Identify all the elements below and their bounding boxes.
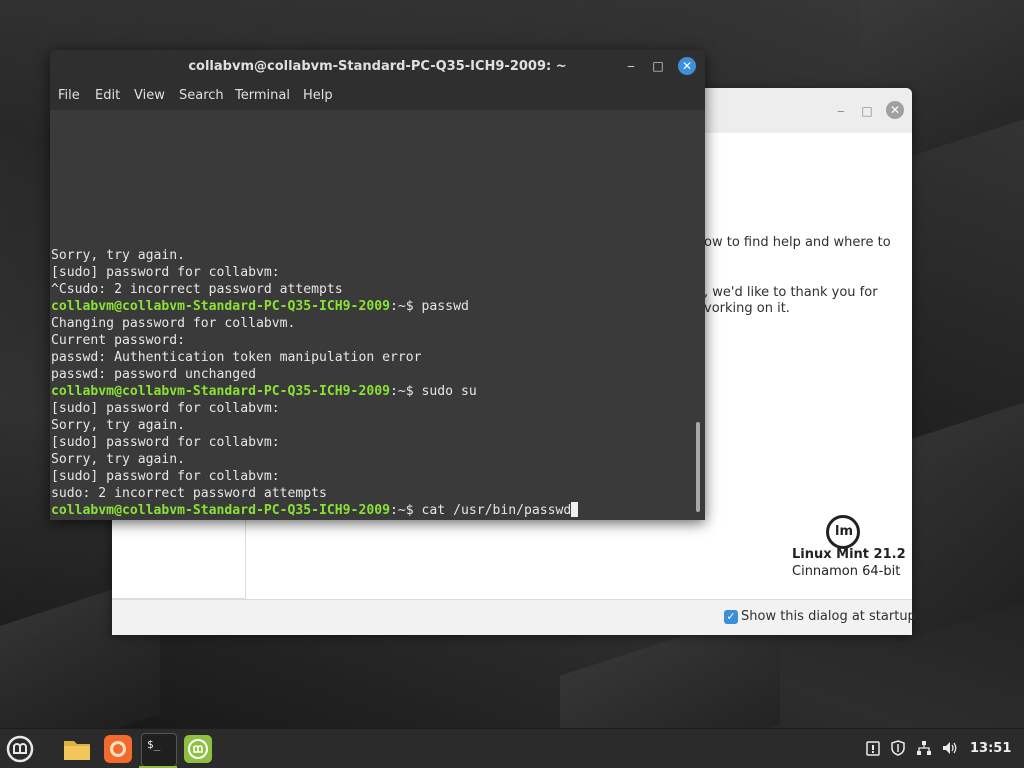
terminal-prompt-line: collabvm@collabvm-Standard-PC-Q35-ICH9-2… bbox=[51, 502, 579, 519]
shell-command: passwd bbox=[421, 299, 469, 314]
welcome-text: , we'd like to thank you for bbox=[704, 285, 878, 300]
terminal-output-line: ^Csudo: 2 incorrect password attempts bbox=[51, 282, 343, 297]
terminal-output-line: passwd: Authentication token manipulatio… bbox=[51, 350, 422, 365]
firefox-icon[interactable] bbox=[102, 733, 134, 765]
terminal-output[interactable]: Sorry, try again. [sudo] password for col… bbox=[50, 110, 693, 520]
minimize-icon[interactable]: ‒ bbox=[623, 58, 639, 74]
terminal-output-line: [sudo] password for collabvm: bbox=[51, 469, 280, 484]
welcome-text: ow to find help and where to bbox=[704, 235, 891, 250]
volume-icon[interactable] bbox=[941, 739, 959, 757]
shell-command: cat /usr/bin/passwd bbox=[421, 503, 572, 518]
terminal-output-line: [sudo] password for collabvm: bbox=[51, 265, 280, 280]
network-icon[interactable] bbox=[915, 739, 933, 757]
edition-label: Cinnamon 64-bit bbox=[792, 564, 901, 579]
welcome-text: vorking on it. bbox=[704, 301, 790, 316]
menu-file[interactable]: File bbox=[58, 88, 80, 103]
files-icon[interactable] bbox=[61, 733, 93, 765]
welcome-footer: ✓ Show this dialog at startup bbox=[112, 599, 916, 635]
linux-mint-logo-icon: lm bbox=[826, 515, 860, 549]
menu-bar: File Edit View Search Terminal Help bbox=[50, 82, 705, 110]
terminal-output-line: Sorry, try again. bbox=[51, 452, 186, 467]
terminal-output-line: Changing password for collabvm. bbox=[51, 316, 296, 331]
show-at-startup-checkbox[interactable]: ✓ bbox=[724, 610, 738, 624]
terminal-output-line: [sudo] password for collabvm: bbox=[51, 401, 280, 416]
close-icon[interactable]: ✕ bbox=[886, 101, 904, 119]
terminal-glyph: $_ bbox=[147, 738, 161, 751]
menu-help[interactable]: Help bbox=[303, 88, 333, 103]
mint-menu-icon[interactable] bbox=[4, 733, 36, 765]
menu-edit[interactable]: Edit bbox=[95, 88, 120, 103]
maximize-icon[interactable]: □ bbox=[650, 58, 666, 74]
menu-terminal[interactable]: Terminal bbox=[235, 88, 290, 103]
terminal-output-line: Sorry, try again. bbox=[51, 248, 186, 263]
terminal-icon[interactable]: $_ bbox=[141, 733, 177, 767]
prompt-suffix: :~$ bbox=[389, 503, 422, 518]
background-tile bbox=[900, 397, 1024, 643]
shell-prompt: collabvm@collabvm-Standard-PC-Q35-ICH9-2… bbox=[51, 384, 390, 399]
text-cursor bbox=[571, 502, 579, 517]
terminal-prompt-line: collabvm@collabvm-Standard-PC-Q35-ICH9-2… bbox=[51, 383, 477, 400]
terminal-output-line: passwd: password unchanged bbox=[51, 367, 256, 382]
shield-icon[interactable] bbox=[889, 739, 907, 757]
terminal-prompt-line: collabvm@collabvm-Standard-PC-Q35-ICH9-2… bbox=[51, 298, 469, 315]
taskbar: $_ 13:51 bbox=[0, 728, 1024, 768]
prompt-suffix: :~$ bbox=[389, 384, 422, 399]
close-icon[interactable]: ✕ bbox=[678, 57, 696, 75]
shell-prompt: collabvm@collabvm-Standard-PC-Q35-ICH9-2… bbox=[51, 503, 390, 518]
show-at-startup-label[interactable]: Show this dialog at startup bbox=[741, 609, 916, 624]
shell-prompt: collabvm@collabvm-Standard-PC-Q35-ICH9-2… bbox=[51, 299, 390, 314]
terminal-output-line: Sorry, try again. bbox=[51, 418, 186, 433]
terminal-output-line: Current password: bbox=[51, 333, 186, 348]
mint-welcome-icon[interactable] bbox=[182, 733, 214, 765]
window-title: collabvm@collabvm-Standard-PC-Q35-ICH9-2… bbox=[188, 59, 567, 74]
terminal-output-line: sudo: 2 incorrect password attempts bbox=[51, 486, 327, 501]
version-label: Linux Mint 21.2 bbox=[792, 547, 906, 562]
prompt-suffix: :~$ bbox=[389, 299, 422, 314]
scrollbar-thumb[interactable] bbox=[696, 422, 700, 512]
terminal-output-line: [sudo] password for collabvm: bbox=[51, 435, 280, 450]
update-icon[interactable] bbox=[864, 739, 882, 757]
terminal-titlebar[interactable]: collabvm@collabvm-Standard-PC-Q35-ICH9-2… bbox=[50, 50, 705, 82]
logo-glyph: lm bbox=[835, 524, 854, 539]
maximize-icon[interactable]: □ bbox=[858, 102, 876, 120]
minimize-icon[interactable]: ‒ bbox=[832, 102, 850, 120]
shell-command: sudo su bbox=[421, 384, 477, 399]
terminal-window[interactable]: collabvm@collabvm-Standard-PC-Q35-ICH9-2… bbox=[50, 50, 705, 520]
clock[interactable]: 13:51 bbox=[970, 741, 1011, 756]
menu-view[interactable]: View bbox=[134, 88, 165, 103]
menu-search[interactable]: Search bbox=[179, 88, 224, 103]
